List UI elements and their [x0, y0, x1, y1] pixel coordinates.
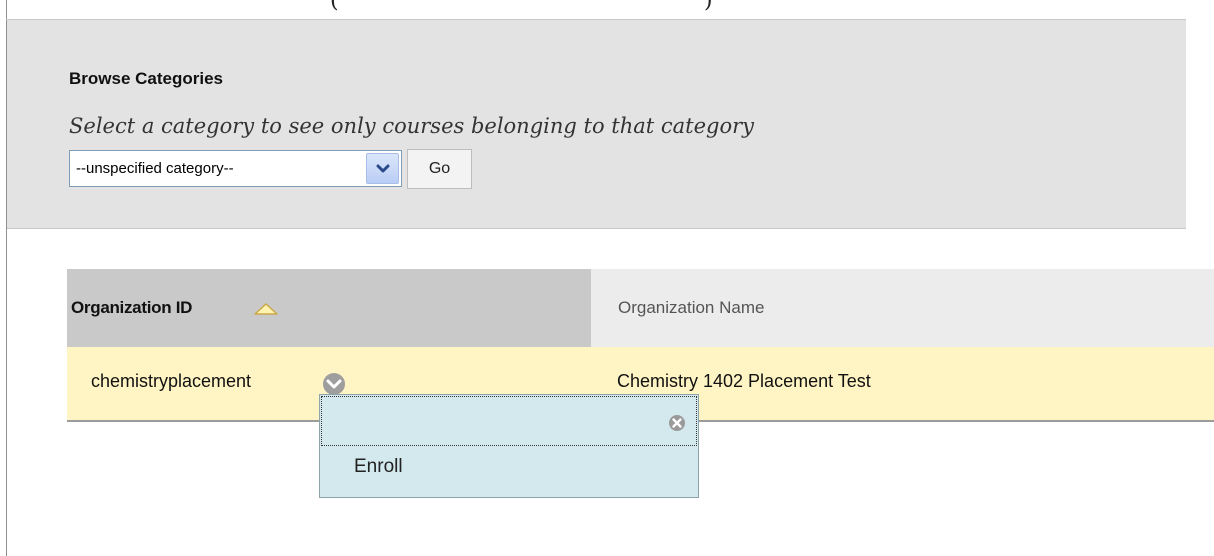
table-header-row: Organization ID Organization Name — [67, 269, 1214, 347]
column-header-organization-name[interactable]: Organization Name — [618, 298, 764, 318]
sort-ascending-icon — [253, 302, 279, 321]
heading-paren-open: ( — [330, 0, 339, 13]
menu-item-enroll[interactable]: Enroll — [354, 456, 403, 478]
dropdown-arrow-icon[interactable] — [366, 153, 399, 184]
row-context-menu: Enroll — [319, 394, 699, 498]
category-select-value: --unspecified category-- — [76, 160, 234, 177]
category-select[interactable]: --unspecified category-- — [69, 150, 402, 187]
page-heading-partial: ( ) — [330, 0, 730, 13]
organization-id-cell: chemistryplacement — [91, 371, 252, 391]
column-header-organization-id[interactable]: Organization ID — [67, 269, 591, 347]
page: ( ) Browse Categories Select a category … — [0, 0, 1214, 556]
context-menu-header — [321, 396, 697, 446]
close-icon[interactable] — [668, 414, 686, 432]
column-header-organization-id-label: Organization ID — [71, 298, 193, 317]
heading-paren-close: ) — [704, 0, 713, 13]
go-button[interactable]: Go — [407, 149, 472, 189]
browse-categories-description: Select a category to see only courses be… — [69, 114, 755, 138]
organization-name-cell: Chemistry 1402 Placement Test — [617, 371, 871, 391]
browse-categories-title: Browse Categories — [69, 69, 223, 88]
browse-categories-panel: Browse Categories Select a category to s… — [7, 20, 1186, 229]
